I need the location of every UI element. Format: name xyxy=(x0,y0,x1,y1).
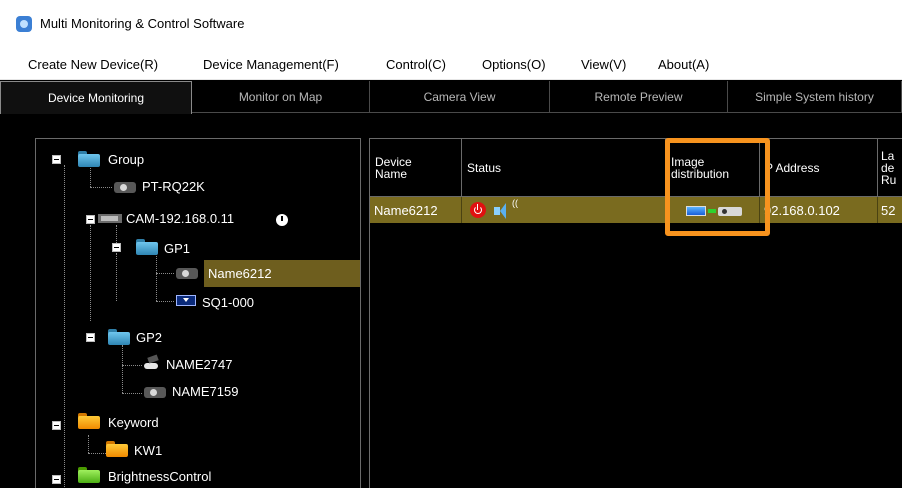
collapse-toggle-keyword[interactable] xyxy=(52,421,61,430)
column-header-status[interactable]: Status xyxy=(462,139,666,197)
tree-connector xyxy=(90,187,112,188)
tree-connector xyxy=(156,301,174,302)
tree-node-name6212[interactable]: Name6212 xyxy=(208,266,272,281)
tree-node-pt-rq22k[interactable]: PT-RQ22K xyxy=(142,179,205,194)
folder-icon xyxy=(136,239,158,255)
column-header-device-name[interactable]: Device Name xyxy=(370,139,462,197)
tab-simple-system-history[interactable]: Simple System history xyxy=(728,81,902,113)
column-header-last-updated[interactable]: La de Ru xyxy=(878,139,902,197)
tree-node-group[interactable]: Group xyxy=(108,152,144,167)
image-distribution-icon[interactable] xyxy=(686,205,748,217)
clock-icon xyxy=(276,214,288,226)
tree-node-name7159[interactable]: NAME7159 xyxy=(172,384,238,399)
tree-node-name2747[interactable]: NAME2747 xyxy=(166,357,232,372)
folder-icon xyxy=(78,467,100,483)
projector-icon xyxy=(144,387,166,398)
title-bar: Multi Monitoring & Control Software xyxy=(0,0,902,47)
menu-about[interactable]: About(A) xyxy=(658,57,709,72)
tree-connector xyxy=(88,435,89,453)
tree-connector xyxy=(122,393,142,394)
device-list-panel: Device Name Status Image distribution P … xyxy=(369,138,902,488)
camera-icon xyxy=(98,214,122,223)
speaker-icon xyxy=(492,201,510,219)
collapse-toggle-group[interactable] xyxy=(52,155,61,164)
collapse-toggle-brightness[interactable] xyxy=(52,475,61,484)
tree-node-sq1-000[interactable]: SQ1-000 xyxy=(202,295,254,310)
column-header-image-distribution[interactable]: Image distribution xyxy=(666,139,760,197)
projector-icon xyxy=(114,182,136,193)
tab-monitor-on-map[interactable]: Monitor on Map xyxy=(192,81,370,113)
collapse-toggle-cam[interactable] xyxy=(86,215,95,224)
tree-node-kw1[interactable]: KW1 xyxy=(134,443,162,458)
tree-connector xyxy=(156,253,157,301)
column-header-ip-address[interactable]: P Address xyxy=(760,139,878,197)
cell-last-updated: 52 xyxy=(878,197,902,223)
monitor-icon xyxy=(176,295,196,306)
tree-connector xyxy=(90,225,91,321)
device-tree-panel: Group PT-RQ22K CAM-192.168.0.11 GP1 Name… xyxy=(35,138,361,488)
tree-node-gp1[interactable]: GP1 xyxy=(164,241,190,256)
tree-connector xyxy=(122,365,142,366)
folder-icon xyxy=(78,151,100,167)
app-logo-icon xyxy=(16,16,32,32)
tree-connector xyxy=(88,453,106,454)
menu-view[interactable]: View(V) xyxy=(581,57,626,72)
ptz-camera-icon xyxy=(142,355,160,371)
speaker-waves: (( xyxy=(512,198,518,208)
tree-connector xyxy=(116,253,117,301)
projector-icon xyxy=(176,268,198,279)
menu-create-new-device[interactable]: Create New Device(R) xyxy=(28,57,158,72)
tree-node-cam[interactable]: CAM-192.168.0.11 xyxy=(126,211,234,226)
cell-device-name: Name6212 xyxy=(370,197,462,223)
panel-divider[interactable] xyxy=(361,138,369,488)
collapse-toggle-gp2[interactable] xyxy=(86,333,95,342)
tree-connector xyxy=(156,273,174,274)
tree-connector xyxy=(90,165,91,187)
folder-icon xyxy=(106,441,128,457)
tree-connector xyxy=(64,165,65,488)
table-row[interactable]: Name6212 (( 92.168.0.102 52 xyxy=(370,197,902,223)
menu-device-management[interactable]: Device Management(F) xyxy=(203,57,339,72)
menu-control[interactable]: Control(C) xyxy=(386,57,446,72)
tree-node-gp2[interactable]: GP2 xyxy=(136,330,162,345)
menu-bar: Create New Device(R) Device Management(F… xyxy=(0,47,902,80)
window-title: Multi Monitoring & Control Software xyxy=(40,16,245,31)
cell-image-distribution xyxy=(666,197,760,223)
tree-node-brightness-control[interactable]: BrightnessControl xyxy=(108,469,211,484)
cell-ip-address: 92.168.0.102 xyxy=(760,197,878,223)
power-on-icon xyxy=(470,202,486,218)
tab-device-monitoring[interactable]: Device Monitoring xyxy=(0,81,192,114)
tree-connector xyxy=(122,345,123,393)
collapse-toggle-gp1[interactable] xyxy=(112,243,121,252)
tree-node-keyword[interactable]: Keyword xyxy=(108,415,159,430)
menu-options[interactable]: Options(O) xyxy=(482,57,546,72)
cell-status: (( xyxy=(462,197,666,223)
tab-remote-preview[interactable]: Remote Preview xyxy=(550,81,728,113)
folder-icon xyxy=(78,413,100,429)
folder-icon xyxy=(108,329,130,345)
tab-camera-view[interactable]: Camera View xyxy=(370,81,550,113)
tab-bar: Device Monitoring Monitor on Map Camera … xyxy=(0,81,902,114)
